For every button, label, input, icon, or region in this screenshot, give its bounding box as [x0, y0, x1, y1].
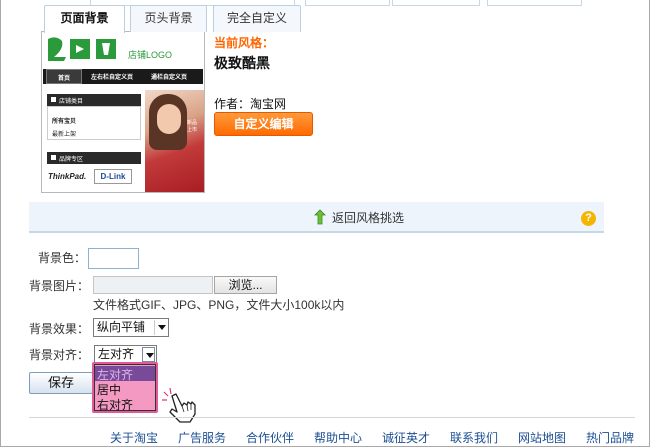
- bg-align-label: 背景对齐：: [29, 348, 90, 362]
- bg-effect-label: 背景效果：: [29, 322, 90, 336]
- current-theme-label: 当前风格：: [214, 36, 275, 50]
- footer-link-partners[interactable]: 合作伙伴: [246, 429, 294, 446]
- footer-link-ads[interactable]: 广告服务: [178, 429, 226, 446]
- preview-category-head: 店铺类目: [47, 94, 141, 106]
- bg-align-value: 左对齐: [98, 347, 135, 361]
- footer-link-sitemap[interactable]: 网站地图: [518, 429, 566, 446]
- browse-button[interactable]: 浏览...: [214, 276, 277, 294]
- return-arrow-icon[interactable]: [314, 209, 328, 225]
- hand-pointer-icon: [162, 387, 196, 423]
- current-theme-name: 极致酷黑: [214, 55, 270, 71]
- dropdown-option-right[interactable]: 右对齐: [97, 396, 133, 413]
- bg-image-label: 背景图片：: [29, 279, 90, 293]
- bg-color-label: 背景色：: [38, 251, 87, 265]
- back-to-theme-link[interactable]: 返回风格挑选: [332, 209, 404, 226]
- preview-nav-bar: 首页 左右栏自定义页 通栏自定义页: [43, 69, 203, 84]
- preview-brand-head: 品牌专区: [47, 152, 141, 164]
- help-icon[interactable]: ?: [581, 211, 596, 226]
- dropdown-option-left[interactable]: 左对齐: [95, 366, 155, 382]
- bg-color-picker[interactable]: [88, 248, 139, 269]
- preview-brand-thinkpad: ThinkPad.: [48, 172, 87, 181]
- chevron-down-icon: [142, 347, 155, 362]
- bg-effect-value: 纵向平铺: [97, 320, 146, 334]
- preview-logo-text: 店铺LOGO: [128, 50, 173, 60]
- shop-logo-icon: [48, 37, 116, 61]
- bg-image-file-input[interactable]: [93, 276, 213, 294]
- bg-effect-select[interactable]: 纵向平铺: [93, 318, 169, 337]
- footer-link-help[interactable]: 帮助中心: [314, 429, 362, 446]
- preview-category-item: 所有宝贝: [52, 119, 77, 125]
- tab-fully-custom[interactable]: 完全自定义: [213, 5, 301, 32]
- preview-nav-item: 通栏自定义页: [151, 75, 188, 81]
- footer-link-brands[interactable]: 热门品牌: [586, 429, 634, 446]
- preview-model-photo: 新品上市: [145, 90, 204, 192]
- customize-edit-button[interactable]: 自定义编辑: [214, 112, 313, 136]
- chevron-down-icon: [154, 320, 167, 335]
- footer-divider: [29, 417, 635, 418]
- preview-nav-item: 左右栏自定义页: [91, 75, 134, 81]
- tab-header-background[interactable]: 页头背景: [130, 5, 207, 32]
- footer-link-jobs[interactable]: 诚征英才: [382, 429, 430, 446]
- preview-brand-dlink: D-Link: [94, 169, 132, 184]
- preview-nav-home: 首页: [46, 69, 82, 84]
- footer-link-about[interactable]: 关于淘宝: [110, 429, 158, 446]
- tab-page-background[interactable]: 页面背景: [44, 5, 125, 33]
- footer-link-contact[interactable]: 联系我们: [450, 429, 498, 446]
- file-format-hint: 文件格式GIF、JPG、PNG，文件大小100k以内: [93, 298, 345, 312]
- theme-preview-thumbnail[interactable]: 店铺LOGO 首页 左右栏自定义页 通栏自定义页 店铺类目 所有宝贝 最新上架 …: [41, 31, 205, 193]
- theme-author: 作者：淘宝网: [214, 97, 287, 111]
- preview-category-item: 最新上架: [52, 132, 77, 138]
- bg-align-dropdown-list[interactable]: 左对齐 居中 右对齐: [94, 364, 156, 413]
- save-button[interactable]: 保存: [29, 372, 93, 394]
